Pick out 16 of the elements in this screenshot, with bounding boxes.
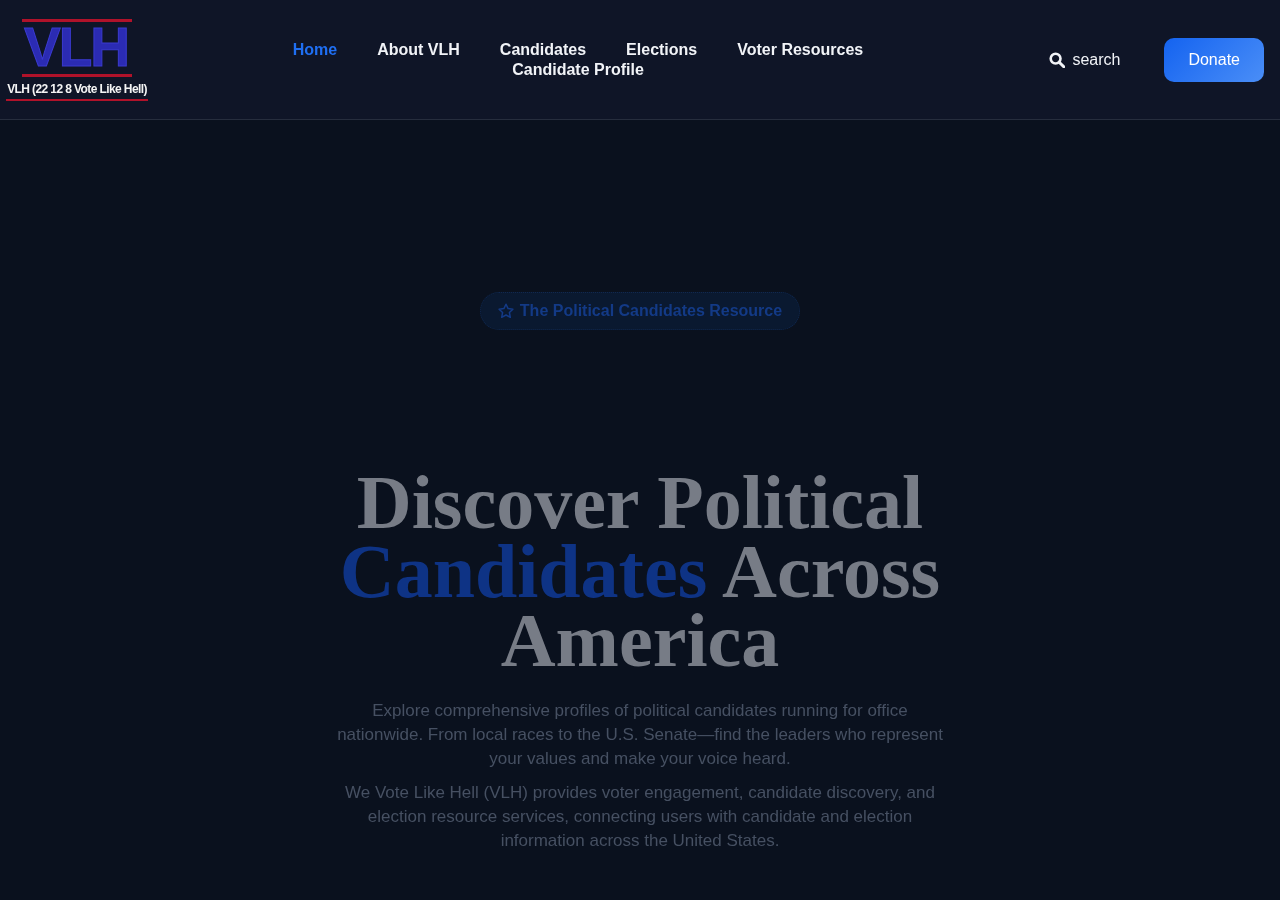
donate-button[interactable]: Donate [1164,37,1264,82]
logo-mark: VLH [22,18,132,77]
nav-link[interactable]: Home [272,39,358,60]
nav-link[interactable]: Candidate Profile [492,59,664,80]
hero-heading: Discover Political Candidates Across America [338,468,942,675]
hero-paragraph: Explore comprehensive profiles of political candidates running for office nationwide. From local races to the U.S. Senate—find the leaders who represent your values and make your voice heard. [336,700,944,770]
nav-link[interactable]: About VLH [357,39,480,60]
logo-caption: VLH (22 12 8 Vote Like Hell) [6,81,148,101]
star-icon [497,303,514,319]
nav-link[interactable]: Candidates [479,39,607,60]
search-button[interactable]: search [1049,49,1121,70]
nav-link[interactable]: Elections [606,39,718,60]
badge-label: The Political Candidates Resource [519,301,783,321]
nav-link[interactable]: Voter Resources [717,39,884,60]
hero-paragraph: We Vote Like Hell (VLH) provides voter engagement, candidate discovery, and election resource services, connecting users with candidate and election information across the United States. [344,782,936,852]
search-icon [1049,51,1066,68]
